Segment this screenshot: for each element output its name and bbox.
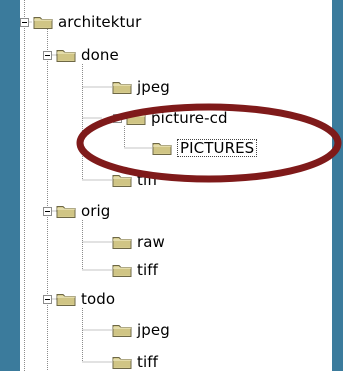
- tree-node-orig[interactable]: orig: [43, 201, 110, 221]
- tree-node-todo[interactable]: todo: [43, 289, 115, 309]
- folder-icon: [33, 16, 53, 29]
- tree-node-label: raw: [137, 233, 165, 251]
- folder-icon: [112, 324, 132, 337]
- tree-node-tiff[interactable]: tiff: [112, 170, 158, 190]
- tree-node-label: picture-cd: [151, 109, 228, 127]
- tree-node-label: jpeg: [137, 78, 170, 96]
- tree-node-label: tiff: [137, 353, 159, 371]
- tree-node-label: done: [81, 46, 119, 64]
- tree-node-label: orig: [81, 202, 111, 220]
- folder-icon: [56, 293, 76, 306]
- folder-tree-panel: architektur done jpeg picture-cd PICTURE…: [20, 0, 332, 371]
- tree-node-label: PICTURES: [177, 139, 258, 157]
- collapse-icon[interactable]: [43, 294, 52, 304]
- folder-icon: [112, 264, 132, 277]
- tree-node-architektur[interactable]: architektur: [20, 12, 141, 32]
- tree-node-pictures[interactable]: PICTURES: [152, 138, 258, 158]
- collapse-icon[interactable]: [43, 50, 52, 60]
- tree-node-label: architektur: [58, 13, 142, 31]
- tree-node-done[interactable]: done: [43, 45, 119, 65]
- collapse-icon[interactable]: [43, 206, 52, 216]
- folder-icon: [112, 81, 132, 94]
- tree-node-picture-cd[interactable]: picture-cd: [113, 108, 228, 128]
- tree-node-tiff[interactable]: tiff: [112, 260, 158, 280]
- folder-icon: [126, 112, 146, 125]
- tree-node-label: todo: [81, 290, 116, 308]
- folder-icon: [56, 205, 76, 218]
- tree-node-label: tiff: [137, 261, 159, 279]
- screenshot-stage: architektur done jpeg picture-cd PICTURE…: [0, 0, 343, 371]
- tree-node-jpeg[interactable]: jpeg: [112, 77, 170, 97]
- tree-node-label: tiff: [137, 171, 159, 189]
- folder-icon: [152, 142, 172, 155]
- folder-icon: [112, 174, 132, 187]
- tree-node-tiff[interactable]: tiff: [112, 352, 158, 371]
- tree-node-jpeg[interactable]: jpeg: [112, 320, 170, 340]
- collapse-icon[interactable]: [113, 113, 122, 123]
- tree-node-raw[interactable]: raw: [112, 232, 165, 252]
- folder-icon: [112, 356, 132, 369]
- folder-icon: [56, 49, 76, 62]
- tree-node-label: jpeg: [137, 321, 170, 339]
- folder-icon: [112, 236, 132, 249]
- collapse-icon[interactable]: [20, 17, 29, 27]
